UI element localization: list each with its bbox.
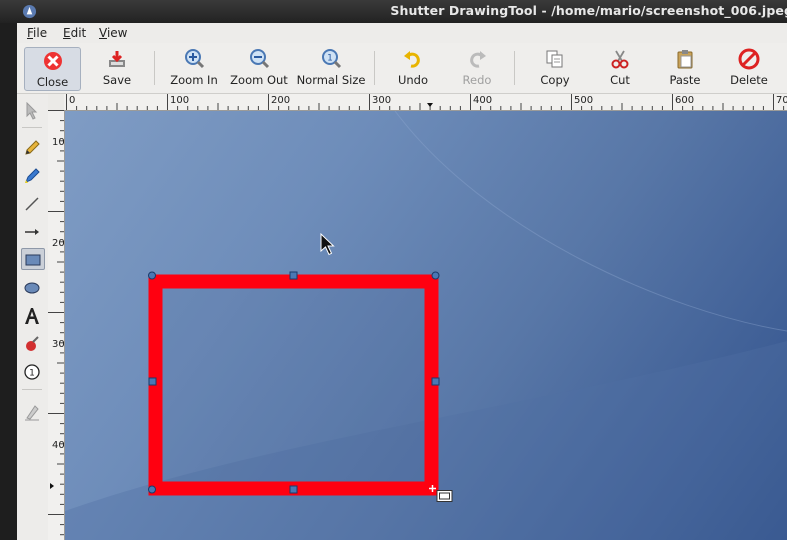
select-tool[interactable] [21, 100, 45, 122]
resize-handle[interactable] [431, 377, 440, 386]
delete-icon [738, 48, 760, 70]
close-button[interactable]: Close [24, 47, 81, 91]
title-bar: Shutter DrawingTool - /home/mario/screen… [0, 0, 787, 23]
redo-icon [470, 51, 486, 68]
svg-text:1: 1 [327, 54, 333, 64]
resize-handle[interactable] [289, 485, 298, 494]
rectangle-icon [25, 254, 41, 266]
undo-icon [404, 51, 420, 68]
undo-button[interactable]: Undo [388, 46, 438, 90]
horizontal-ruler: 0 100 200 300 400 500 600 70 [64, 94, 787, 111]
ruler-label-200: 200 [271, 95, 291, 106]
ruler-corner [48, 94, 64, 110]
arrow-icon [25, 229, 39, 235]
app-frame: File Edit View Close Save Zoom In Zoom O… [17, 23, 787, 540]
paste-button[interactable]: Paste [660, 46, 710, 90]
scissors-icon [611, 50, 629, 69]
rectangle-tool[interactable] [21, 248, 45, 270]
ruler-vlabel-200: 200 [52, 238, 65, 249]
pointer-icon [26, 102, 38, 120]
resize-handle[interactable] [431, 271, 440, 280]
ruler-label-700: 70 [776, 95, 787, 106]
number-icon: 1 [24, 364, 40, 380]
resize-handle[interactable] [289, 271, 298, 280]
window-title: Shutter DrawingTool - /home/mario/screen… [390, 3, 787, 18]
delete-button[interactable]: Delete [724, 46, 774, 90]
clear-tool[interactable] [21, 401, 45, 423]
menu-view[interactable]: View [99, 26, 127, 40]
ruler-label-100: 100 [170, 95, 190, 106]
text-tool[interactable] [21, 305, 45, 327]
number-tool[interactable]: 1 [21, 361, 45, 383]
text-icon [25, 308, 39, 324]
drawn-rectangle[interactable] [148, 274, 439, 496]
resize-handle[interactable] [148, 377, 157, 386]
paste-icon [677, 50, 693, 69]
normal-size-button[interactable]: 1 Normal Size [295, 46, 367, 90]
resize-handle[interactable] [148, 485, 156, 494]
mouse-cursor-icon [320, 232, 335, 256]
zoom-out-icon [250, 49, 270, 69]
toolbar-separator [374, 51, 375, 85]
vertical-ruler-ticks [48, 110, 64, 536]
save-button[interactable]: Save [91, 46, 143, 90]
ruler-label-400: 400 [473, 95, 493, 106]
ellipse-icon [24, 282, 40, 294]
vertical-ruler: 100 200 300 400 [48, 110, 65, 540]
toolbox-separator [22, 127, 42, 128]
canvas-content [65, 111, 787, 540]
highlighter-icon [25, 168, 40, 183]
toolbar-separator [154, 51, 155, 85]
menu-bar: File Edit View [17, 23, 787, 44]
drawing-toolbox: 1 [17, 94, 49, 540]
ruler-label-300: 300 [372, 95, 392, 106]
copy-icon [546, 50, 563, 68]
menu-file[interactable]: File [27, 26, 47, 40]
zoom-out-button[interactable]: Zoom Out [229, 46, 289, 90]
ruler-label-0: 0 [69, 95, 76, 106]
copy-button[interactable]: Copy [530, 46, 580, 90]
save-icon [109, 51, 125, 67]
ruler-label-500: 500 [574, 95, 594, 106]
ruler-vlabel-100: 100 [52, 137, 65, 148]
shutter-app-icon [22, 4, 37, 19]
line-icon [25, 197, 39, 211]
censor-tool[interactable] [21, 333, 45, 355]
ruler-vlabel-300: 300 [52, 339, 65, 350]
redo-button[interactable]: Redo [453, 46, 501, 90]
cut-button[interactable]: Cut [596, 46, 644, 90]
ellipse-tool[interactable] [21, 277, 45, 299]
eraser-icon [25, 405, 39, 421]
toolbar-separator [514, 51, 515, 85]
zoom-normal-icon: 1 [322, 49, 342, 69]
close-icon [43, 52, 62, 70]
drawing-canvas[interactable] [65, 111, 787, 540]
pencil-icon [25, 140, 40, 155]
menu-edit[interactable]: Edit [63, 26, 86, 40]
ruler-label-600: 600 [675, 95, 695, 106]
ruler-vlabel-400: 400 [52, 440, 65, 451]
highlighter-tool[interactable] [21, 165, 45, 187]
toolbar: Close Save Zoom In Zoom Out 1 Normal Siz… [17, 43, 787, 94]
zoom-in-button[interactable]: Zoom In [167, 46, 221, 90]
toolbox-separator [22, 389, 42, 390]
zoom-in-icon [185, 49, 205, 69]
censor-icon [26, 336, 39, 351]
line-tool[interactable] [21, 193, 45, 215]
svg-text:1: 1 [29, 369, 35, 379]
arrow-tool[interactable] [21, 221, 45, 243]
freehand-tool[interactable] [21, 137, 45, 159]
resize-handle[interactable] [148, 271, 156, 280]
